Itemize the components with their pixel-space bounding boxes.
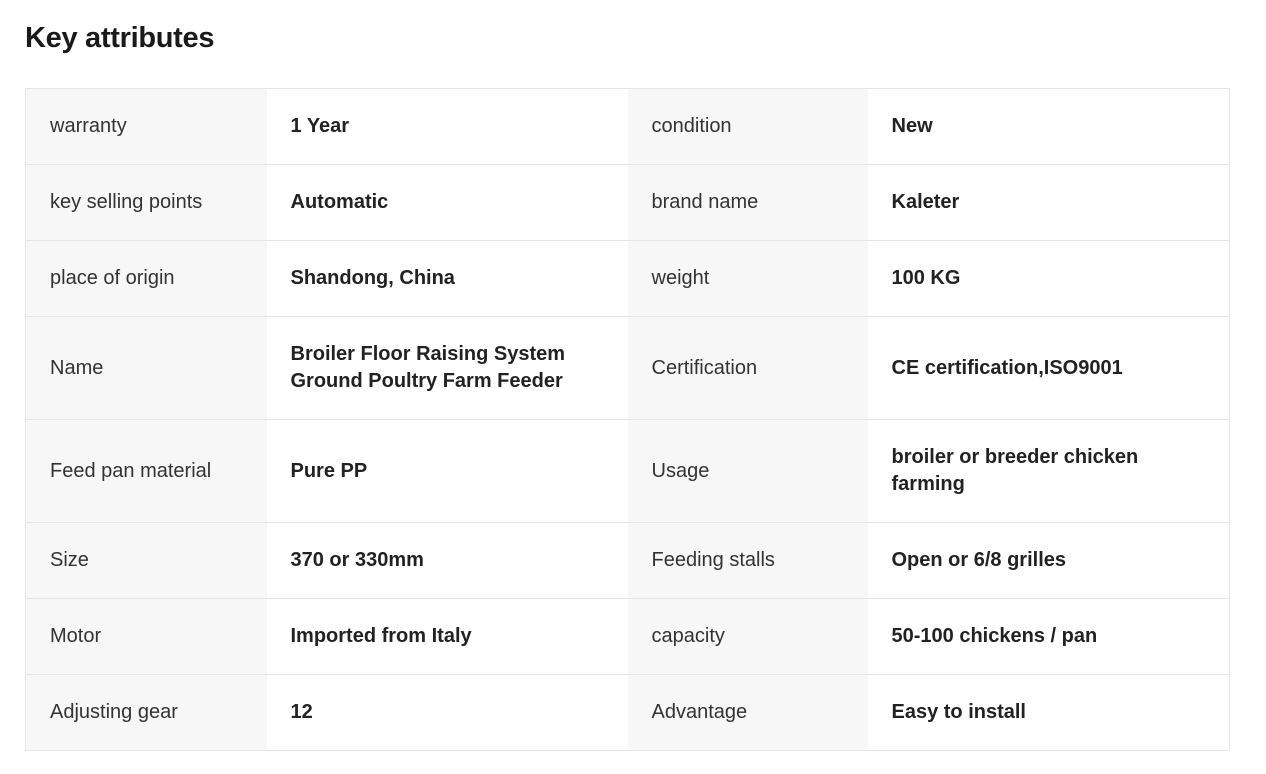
attribute-value: Automatic [266,164,628,241]
attribute-name: Feeding stalls [627,522,868,599]
attribute-value: 12 [266,674,628,751]
attribute-value: Kaleter [867,164,1230,241]
attribute-value: Open or 6/8 grilles [867,522,1230,599]
attribute-value: Broiler Floor Raising System Ground Poul… [266,316,628,420]
attribute-name: key selling points [25,164,267,241]
attribute-value: Shandong, China [266,240,628,317]
attribute-value: 100 KG [867,240,1230,317]
attribute-row: place of origin Shandong, China weight 1… [25,240,1230,317]
attribute-row: Feed pan material Pure PP Usage broiler … [25,419,1230,523]
attribute-name: Feed pan material [25,419,267,523]
attribute-name: Certification [627,316,868,420]
attribute-name: Size [25,522,267,599]
attribute-row: Size 370 or 330mm Feeding stalls Open or… [25,522,1230,599]
attribute-value: Pure PP [266,419,628,523]
attribute-name: brand name [627,164,868,241]
attribute-name: Adjusting gear [25,674,267,751]
attribute-value: 370 or 330mm [266,522,628,599]
attribute-value: CE certification,ISO9001 [867,316,1230,420]
section-title: Key attributes [25,22,215,54]
attribute-name: place of origin [25,240,267,317]
attribute-name: warranty [25,88,267,165]
attribute-row: Adjusting gear 12 Advantage Easy to inst… [25,674,1230,751]
attribute-value: Imported from Italy [266,598,628,675]
attribute-value: Easy to install [867,674,1230,751]
attribute-name: Advantage [627,674,868,751]
attribute-row: Motor Imported from Italy capacity 50-10… [25,598,1230,675]
attribute-value: New [867,88,1230,165]
attribute-name: weight [627,240,868,317]
key-attributes-table: warranty 1 Year condition New key sellin… [25,88,1230,751]
attribute-name: Name [25,316,267,420]
attribute-value: 50-100 chickens / pan [867,598,1230,675]
attribute-value: 1 Year [266,88,628,165]
attribute-row: warranty 1 Year condition New [25,88,1230,165]
attribute-row: Name Broiler Floor Raising System Ground… [25,316,1230,420]
attribute-name: Motor [25,598,267,675]
attribute-name: condition [627,88,868,165]
attribute-name: capacity [627,598,868,675]
attribute-name: Usage [627,419,868,523]
attribute-value: broiler or breeder chicken farming [867,419,1230,523]
attribute-row: key selling points Automatic brand name … [25,164,1230,241]
